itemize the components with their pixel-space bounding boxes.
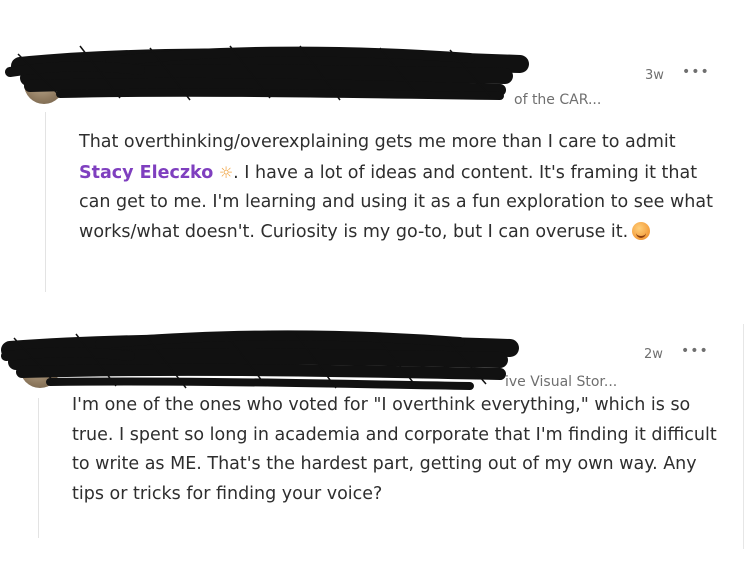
comment-body: That overthinking/overexplaining gets me…	[79, 128, 719, 247]
author-tagline: of the CAR...	[514, 92, 602, 108]
more-options-icon[interactable]: •••	[682, 64, 710, 80]
comment-2: ive Visual Stor... 2w ••• I'm one of the…	[0, 318, 756, 581]
sun-icon: ☼	[218, 162, 234, 182]
card-border	[743, 324, 744, 549]
comment-thread: of the CAR... 3w ••• That overthinking/o…	[0, 0, 756, 581]
author-tagline: ive Visual Stor...	[505, 374, 618, 390]
comment-text: That overthinking/overexplaining gets me…	[79, 132, 676, 152]
redaction-scribble	[5, 45, 529, 101]
comment-body: I'm one of the ones who voted for "I ove…	[72, 395, 717, 504]
more-options-icon[interactable]: •••	[681, 343, 709, 359]
mention-link[interactable]: Stacy Eleczko	[79, 163, 213, 183]
comment-1: of the CAR... 3w ••• That overthinking/o…	[0, 0, 756, 300]
thread-line	[38, 398, 39, 538]
timestamp: 3w	[645, 68, 664, 83]
smiling-face-icon	[632, 221, 651, 240]
thread-line	[45, 112, 46, 292]
timestamp: 2w	[644, 347, 663, 362]
